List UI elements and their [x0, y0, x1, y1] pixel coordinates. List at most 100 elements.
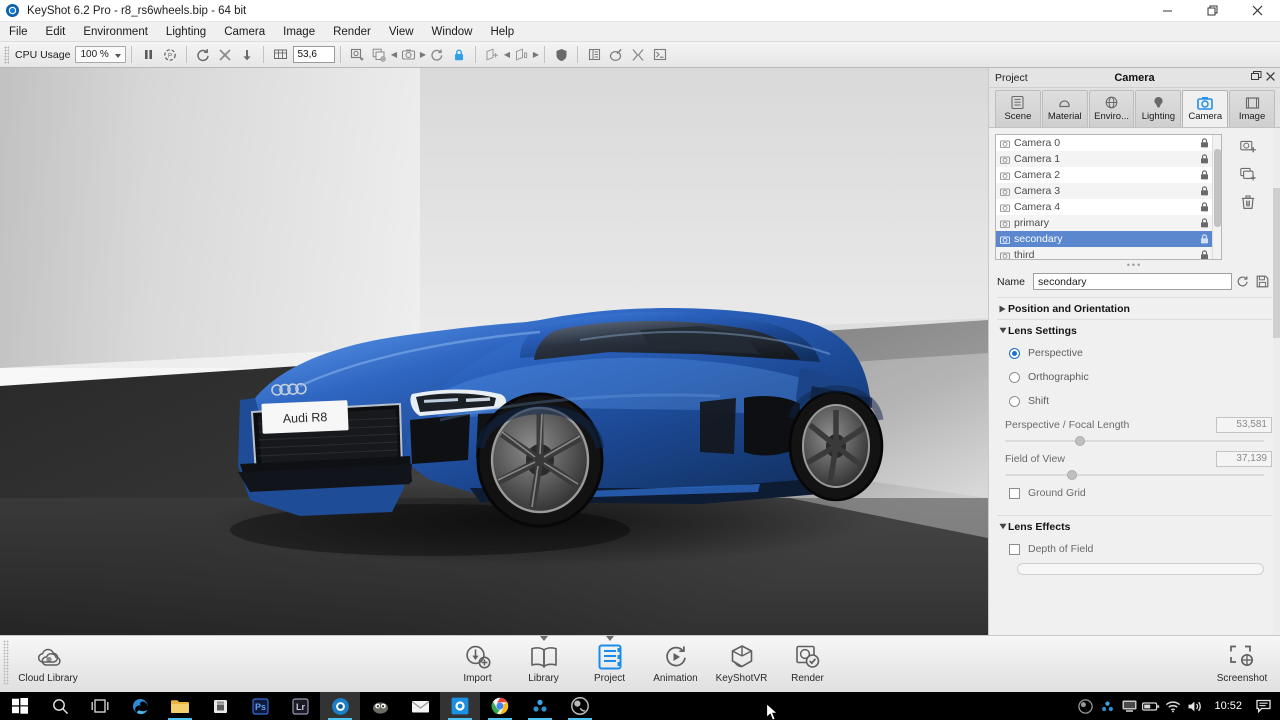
undock-icon[interactable] [1251, 71, 1262, 84]
menu-render[interactable]: Render [324, 22, 380, 42]
move-icon[interactable] [214, 44, 236, 66]
menu-camera[interactable]: Camera [215, 22, 274, 42]
right-arrow-icon[interactable]: ▶ [419, 50, 426, 59]
zoom-fit-icon[interactable] [346, 44, 368, 66]
blue-app-icon[interactable] [440, 692, 480, 720]
camera-list-item[interactable]: Camera 3 [996, 183, 1222, 199]
camera-list[interactable]: Camera 0 Camera 1 Camera 2 Camera 3 Came… [995, 134, 1223, 260]
tab-environment[interactable]: Enviro... [1088, 90, 1135, 127]
camera-icon[interactable] [397, 44, 419, 66]
tray-battery-icon[interactable] [1140, 692, 1162, 720]
focal-length-value[interactable]: 53,581 [1216, 416, 1272, 433]
dock-library[interactable]: Library [511, 636, 577, 688]
chrome-icon[interactable] [480, 692, 520, 720]
task-view-icon[interactable] [80, 692, 120, 720]
gimp-icon[interactable] [360, 692, 400, 720]
search-icon[interactable] [40, 692, 80, 720]
camera-list-scrollbar[interactable] [1212, 135, 1222, 259]
performance-mode-icon[interactable]: P [159, 44, 181, 66]
edge-icon[interactable] [120, 692, 160, 720]
depth-of-field-slider[interactable] [1017, 563, 1264, 575]
camera-list-item-selected[interactable]: secondary [996, 231, 1222, 247]
slider-knob[interactable] [1067, 470, 1078, 480]
lightroom-icon[interactable]: Lr [280, 692, 320, 720]
field-of-view-slider[interactable] [1005, 469, 1264, 481]
lock-icon[interactable] [1200, 234, 1209, 244]
dock-project[interactable]: Project [577, 636, 643, 688]
radio-button[interactable] [1009, 395, 1020, 407]
minimize-icon[interactable] [1145, 0, 1190, 22]
camera-list-item[interactable]: primary [996, 215, 1222, 231]
trash-icon[interactable] [1237, 192, 1259, 212]
menu-help[interactable]: Help [481, 22, 523, 42]
scrollbar-thumb[interactable] [1214, 149, 1222, 227]
camera-list-item[interactable]: Camera 1 [996, 151, 1222, 167]
action-center-icon[interactable] [1250, 692, 1276, 720]
tab-lighting[interactable]: Lighting [1135, 90, 1182, 127]
panel-scrollbar[interactable] [1273, 128, 1280, 635]
tray-obs-icon[interactable] [1074, 692, 1096, 720]
dock-render[interactable]: Render [775, 636, 841, 688]
menu-file[interactable]: File [0, 22, 37, 42]
close-icon[interactable] [1235, 0, 1280, 22]
tray-volume-icon[interactable] [1184, 692, 1206, 720]
dock-animation[interactable]: Animation [643, 636, 709, 688]
checkbox[interactable] [1009, 543, 1020, 555]
refresh-icon[interactable] [1232, 275, 1252, 288]
slider-knob[interactable] [1074, 436, 1085, 446]
camera-name-input[interactable]: secondary [1033, 273, 1232, 290]
photoshop-icon[interactable]: Ps [240, 692, 280, 720]
camera-list-item[interactable]: third [996, 247, 1222, 259]
studio-icon[interactable] [583, 44, 605, 66]
lens-mode-shift[interactable]: Shift [997, 389, 1272, 413]
lock-icon[interactable] [1200, 138, 1209, 148]
start-button[interactable] [0, 692, 40, 720]
section-header[interactable]: Lens Settings [997, 320, 1272, 341]
menu-lighting[interactable]: Lighting [157, 22, 215, 42]
pause-button[interactable] [137, 44, 159, 66]
render-viewport[interactable]: Audi R8 [0, 68, 988, 635]
keyshot-icon[interactable] [320, 692, 360, 720]
save-icon[interactable] [1252, 275, 1272, 288]
radio-button[interactable] [1009, 371, 1020, 383]
tab-scene[interactable]: Scene [995, 90, 1041, 127]
lock-icon[interactable] [1200, 202, 1209, 212]
dock-cloud-library[interactable]: Cloud Library [15, 636, 81, 688]
checkbox[interactable] [1009, 487, 1020, 499]
dock-keyshotvr[interactable]: KeyShotVR [709, 636, 775, 688]
lock-icon[interactable] [1200, 170, 1209, 180]
left-arrow-icon[interactable]: ◀ [390, 50, 397, 59]
lock-icon[interactable] [1200, 154, 1209, 164]
radio-button[interactable] [1009, 347, 1020, 359]
copy-view-icon[interactable] [368, 44, 390, 66]
lock-icon[interactable] [448, 44, 470, 66]
console-icon[interactable] [649, 44, 671, 66]
add-camera-button[interactable] [1237, 136, 1259, 156]
duplicate-camera-button[interactable] [1237, 164, 1259, 184]
menu-window[interactable]: Window [423, 22, 482, 42]
toolbar-grip[interactable] [4, 45, 9, 64]
lock-icon[interactable] [1200, 218, 1209, 228]
lock-icon[interactable] [1200, 250, 1209, 259]
close-panel-icon[interactable] [1266, 71, 1275, 84]
menu-view[interactable]: View [380, 22, 423, 42]
ground-grid-row[interactable]: Ground Grid [997, 481, 1272, 505]
list-resize-handle[interactable]: ••• [989, 261, 1280, 272]
menu-edit[interactable]: Edit [37, 22, 75, 42]
render-value-field[interactable]: 53,6 [293, 46, 336, 63]
taskbar-clock[interactable]: 10:52 [1206, 700, 1250, 712]
camera-list-item[interactable]: Camera 0 [996, 135, 1221, 151]
model-set-icon[interactable] [510, 44, 532, 66]
camera-list-item[interactable]: Camera 4 [996, 199, 1221, 215]
shield-icon[interactable] [550, 44, 572, 66]
tab-image[interactable]: Image [1229, 90, 1275, 127]
restore-icon[interactable] [1190, 0, 1235, 22]
tray-wifi-icon[interactable] [1162, 692, 1184, 720]
dock-grip[interactable] [3, 640, 9, 685]
atom-icon[interactable] [520, 692, 560, 720]
cpu-usage-select[interactable]: 100 % [75, 46, 127, 63]
dock-screenshot[interactable]: Screenshot [1204, 636, 1280, 688]
tray-display-icon[interactable] [1118, 692, 1140, 720]
tray-atom-icon[interactable] [1096, 692, 1118, 720]
grid-icon[interactable] [269, 44, 291, 66]
